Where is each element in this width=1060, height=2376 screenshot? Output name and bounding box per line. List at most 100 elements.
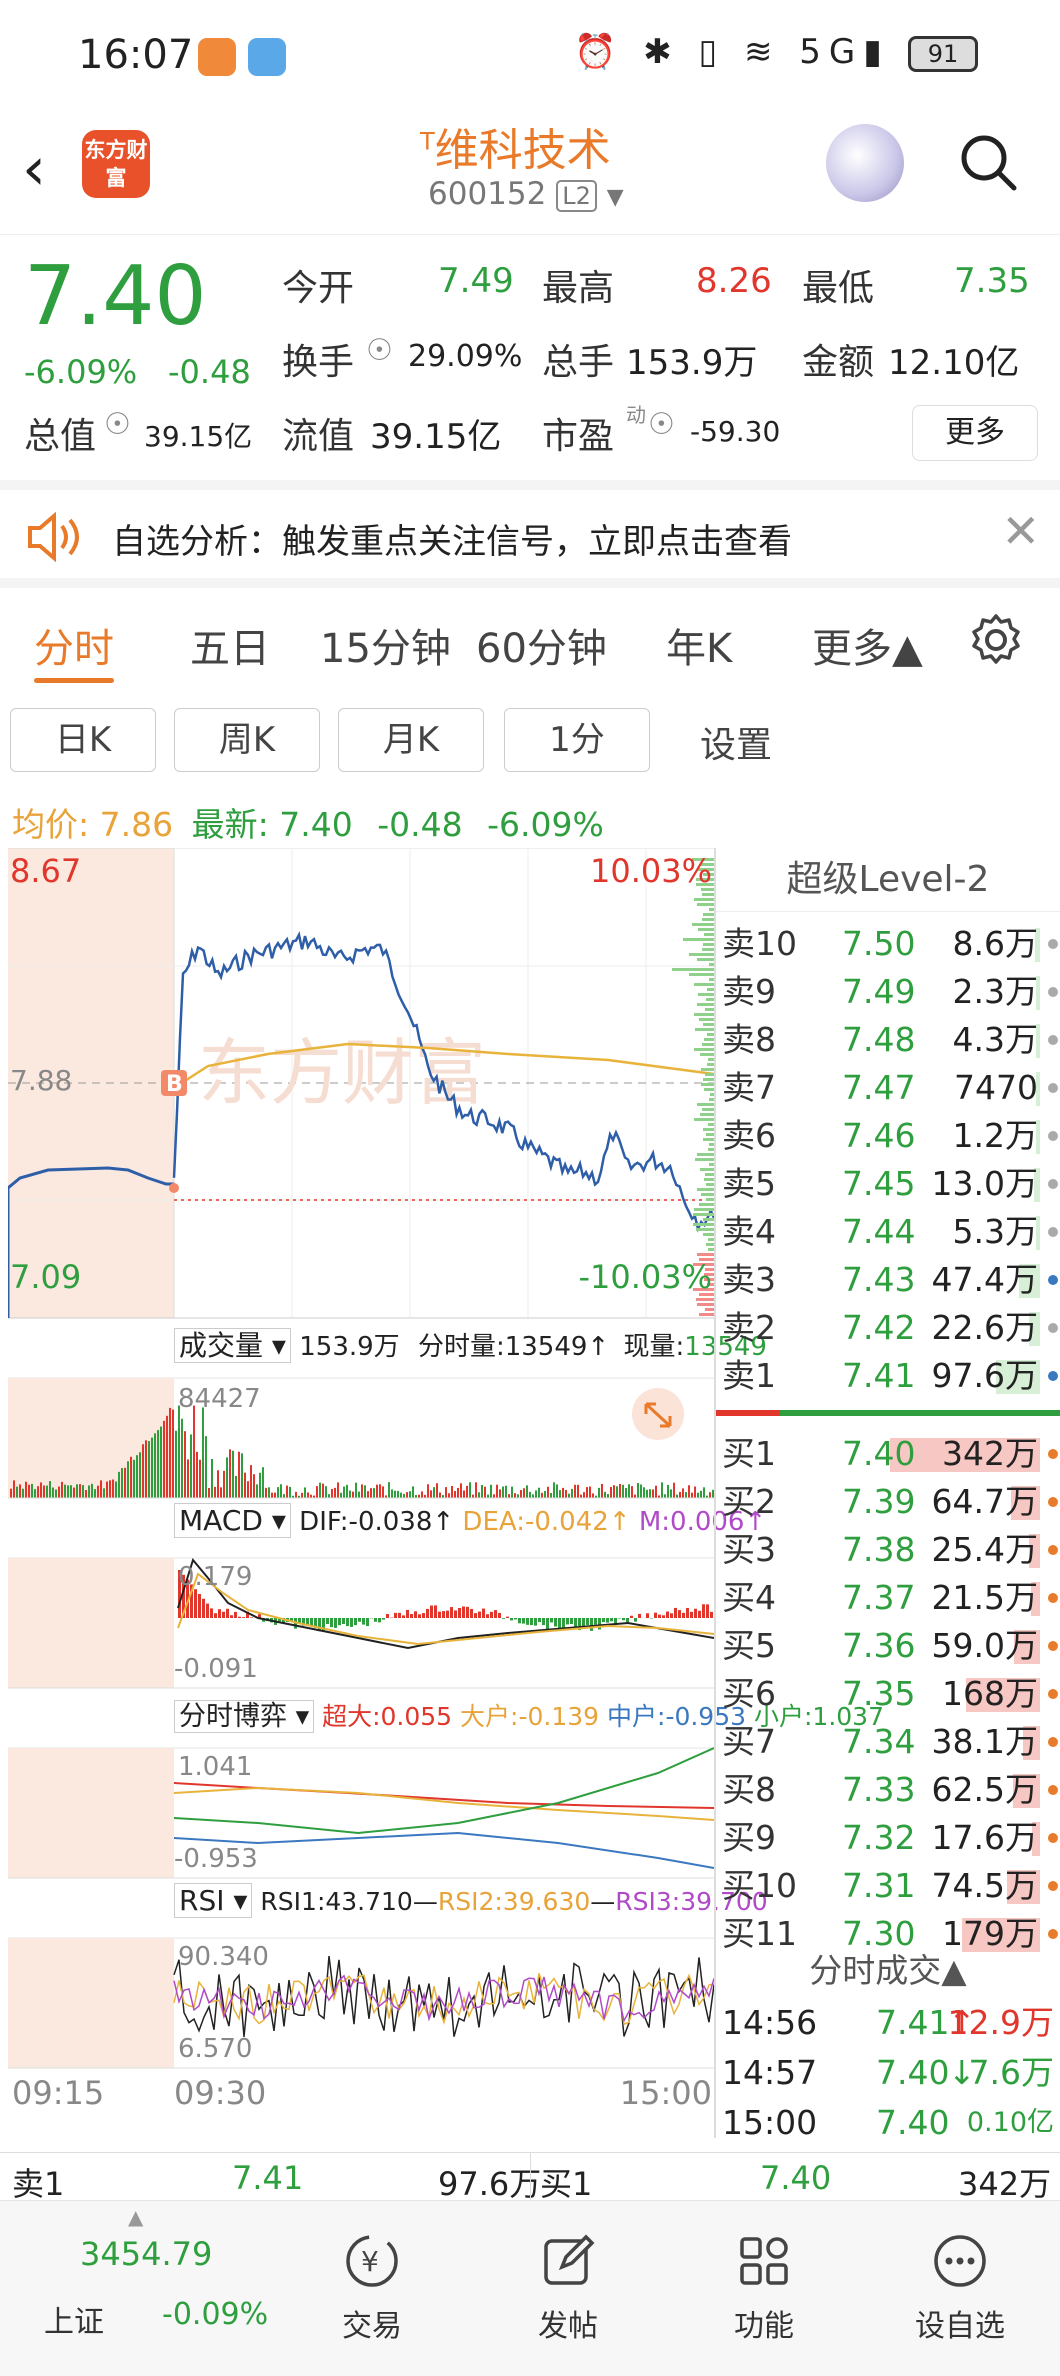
settings-button[interactable]: 设置 (700, 716, 772, 768)
level-volume: 1.2万 (952, 1116, 1038, 1155)
ask-row[interactable]: 卖6 7.46 1.2万 (716, 1112, 1060, 1160)
week-k-button[interactable]: 周K (174, 708, 320, 772)
capital-game-selector[interactable]: 分时博弈 ▾ (174, 1700, 315, 1733)
pct-low-label: -10.03% (578, 1258, 712, 1296)
level-price: 7.33 (842, 1770, 916, 1809)
order-book[interactable]: 超级Level-2 卖10 7.50 8.6万 卖9 7.49 2.3万 卖8 7.48 4.3… (716, 848, 1060, 2142)
nav-functions[interactable]: 功能 (664, 2201, 864, 2376)
volume-bar (562, 1487, 564, 1498)
tab-year-k[interactable]: 年K (666, 616, 732, 674)
bid-row[interactable]: 买7 7.34 38.1万 (716, 1718, 1060, 1766)
bid-row[interactable]: 买5 7.36 59.0万 (716, 1622, 1060, 1670)
info-icon[interactable]: ☉ (104, 407, 131, 442)
ask-row[interactable]: 卖10 7.50 8.6万 (716, 920, 1060, 968)
ask-row[interactable]: 卖8 7.48 4.3万 (716, 1016, 1060, 1064)
stock-code[interactable]: 600152 L2 ▼ (428, 176, 624, 212)
tab-intraday[interactable]: 分时 (34, 616, 114, 674)
trades-title[interactable]: 分时成交▲ (716, 1946, 1060, 1996)
level-price: 7.36 (842, 1626, 916, 1665)
macd-bar (670, 1613, 673, 1618)
rsi-selector[interactable]: RSI ▾ (174, 1883, 253, 1918)
level-price: 7.49 (842, 972, 916, 1011)
bid-row[interactable]: 买4 7.37 21.5万 (716, 1574, 1060, 1622)
depth-bar (683, 938, 714, 941)
volume-bar (538, 1487, 540, 1498)
speaker-icon (28, 512, 79, 562)
macd-bar (374, 1618, 377, 1622)
volume-bar (541, 1492, 543, 1498)
volume-bar (316, 1486, 318, 1498)
macd-bar (326, 1618, 329, 1625)
volume-bar (601, 1483, 603, 1498)
info-icon[interactable]: ☉ (366, 333, 393, 368)
level-label: 买8 (722, 1770, 776, 1809)
level-price: 7.34 (842, 1722, 916, 1761)
volume-bar (379, 1484, 381, 1498)
ask-row[interactable]: 卖2 7.42 22.6万 (716, 1304, 1060, 1352)
trade-volume: 0.10亿 (966, 2107, 1054, 2138)
ask-row[interactable]: 卖3 7.43 47.4万 (716, 1256, 1060, 1304)
app-logo[interactable]: 东方财富 (82, 130, 150, 198)
nav-add-watchlist[interactable]: 设自选 (860, 2201, 1060, 2376)
macd-dea: DEA:-0.042↑ (462, 1507, 631, 1537)
macd-selector[interactable]: MACD ▾ (174, 1503, 291, 1538)
volume-bar (289, 1486, 291, 1498)
tab-five-day[interactable]: 五日 (190, 616, 270, 674)
level-dot-icon (1048, 1689, 1058, 1699)
info-icon[interactable]: ☉ (648, 407, 675, 442)
intraday-chart-svg[interactable]: 东方财富 B (6, 847, 716, 2108)
bid-row[interactable]: 买8 7.33 62.5万 (716, 1766, 1060, 1814)
ask-row[interactable]: 卖9 7.49 2.3万 (716, 968, 1060, 1016)
close-icon[interactable]: ✕ (1001, 504, 1040, 558)
volume-bar (571, 1488, 573, 1498)
analysis-banner[interactable]: 自选分析：触发重点关注信号，立即点击查看 ✕ (0, 480, 1060, 588)
macd-bar (514, 1618, 517, 1620)
search-icon[interactable] (958, 132, 1018, 192)
macd-bar (214, 1613, 217, 1618)
tab-60min[interactable]: 60分钟 (476, 616, 607, 674)
volume-selector[interactable]: 成交量 ▾ (174, 1328, 291, 1363)
y-mid-label: 7.88 (10, 1064, 73, 1097)
nav-trade[interactable]: ¥ 交易 (272, 2201, 472, 2376)
volume-bar (664, 1494, 666, 1498)
change-pct: -6.09% (24, 353, 138, 391)
ask-row[interactable]: 卖1 7.41 97.6万 (716, 1352, 1060, 1400)
volume-bar (586, 1487, 588, 1498)
volume-bar (559, 1490, 561, 1498)
gear-icon[interactable] (968, 612, 1024, 668)
assistant-robot-icon[interactable] (826, 124, 904, 202)
one-minute-button[interactable]: 1分 (504, 708, 650, 772)
bid-row[interactable]: 买3 7.38 25.4万 (716, 1526, 1060, 1574)
bid-row[interactable]: 买9 7.32 17.6万 (716, 1814, 1060, 1862)
tab-more[interactable]: 更多▲ (812, 616, 923, 674)
ask-row[interactable]: 卖7 7.47 7470 (716, 1064, 1060, 1112)
volume-bar (58, 1486, 60, 1498)
back-button[interactable]: ‹ (22, 134, 46, 204)
nav-post[interactable]: 发帖 (468, 2201, 668, 2376)
level-price: 7.32 (842, 1818, 916, 1857)
bottom-bid-price: 7.40 (760, 2159, 832, 2197)
bid-row[interactable]: 买1 7.40 342万 (716, 1430, 1060, 1478)
volume-bar (580, 1494, 582, 1498)
bid-row[interactable]: 买10 7.31 74.5万 (716, 1862, 1060, 1910)
stock-name[interactable]: T维科技术 (420, 114, 611, 178)
tab-15min[interactable]: 15分钟 (320, 616, 451, 674)
depth-bar (705, 1073, 714, 1076)
y-low-label: 7.09 (10, 1258, 82, 1296)
depth-bar (694, 898, 714, 901)
bid-row[interactable]: 买6 7.35 168万 (716, 1670, 1060, 1718)
day-k-button[interactable]: 日K (10, 708, 156, 772)
level-label: 卖8 (722, 1020, 776, 1059)
ask-row[interactable]: 卖5 7.45 13.0万 (716, 1160, 1060, 1208)
ask-row[interactable]: 卖4 7.44 5.3万 (716, 1208, 1060, 1256)
more-button[interactable]: 更多 (912, 405, 1038, 461)
macd-bar (646, 1613, 649, 1618)
intraday-chart-area[interactable]: 东方财富 B 8.67 7.88 7.09 10.03% -10.03% 成交量… (6, 847, 884, 2112)
month-k-button[interactable]: 月K (338, 708, 484, 772)
level-volume: 74.5万 (931, 1866, 1038, 1905)
index-ticker[interactable]: ▲ 3454.79 上证 -0.09% (0, 2201, 268, 2376)
bid-row[interactable]: 买2 7.39 64.7万 (716, 1478, 1060, 1526)
volume-bar (13, 1480, 15, 1498)
y-high-label: 8.67 (10, 852, 82, 890)
level-label: 买10 (722, 1866, 797, 1905)
